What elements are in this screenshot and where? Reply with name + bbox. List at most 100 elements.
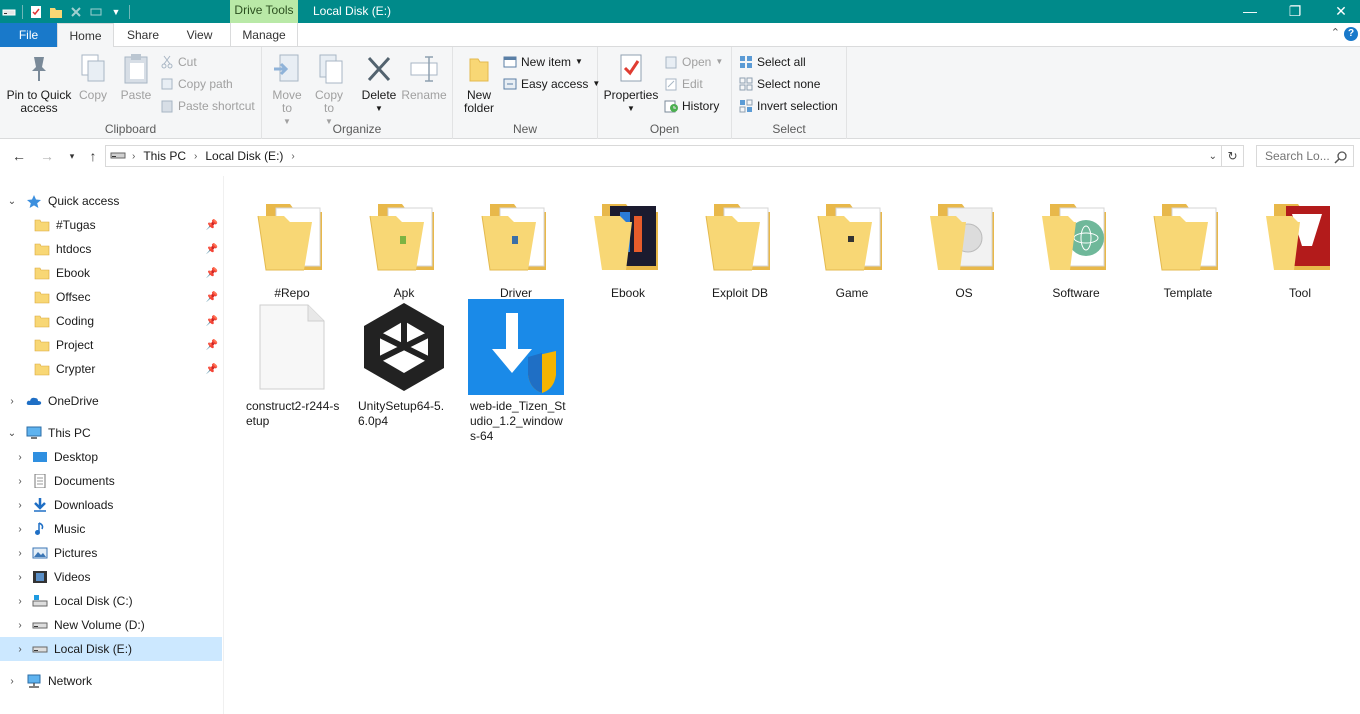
expand-chevron-icon[interactable]: › bbox=[14, 476, 26, 487]
up-arrow-icon[interactable]: ↑ bbox=[84, 146, 102, 166]
pin-icon[interactable]: 📌 bbox=[206, 220, 218, 231]
move-to-button[interactable]: Move to ▼ bbox=[268, 53, 306, 128]
address-history-chevron-icon[interactable]: ⌄ bbox=[1209, 151, 1217, 162]
sidebar-item-documents[interactable]: › Documents bbox=[0, 469, 222, 493]
sidebar-item-offsec[interactable]: Offsec 📌 bbox=[0, 285, 222, 309]
copy-button[interactable]: Copy bbox=[76, 53, 110, 102]
search-box[interactable] bbox=[1256, 145, 1354, 167]
sidebar-item-tugas[interactable]: #Tugas 📌 bbox=[0, 213, 222, 237]
breadcrumb-chevron-icon[interactable]: › bbox=[194, 151, 197, 162]
delete-icon[interactable] bbox=[69, 5, 83, 19]
close-button[interactable]: ✕ bbox=[1318, 0, 1360, 23]
easy-access-button[interactable]: Easy access ▼ bbox=[503, 74, 600, 94]
pin-icon[interactable]: 📌 bbox=[206, 244, 218, 255]
sidebar-item-downloads[interactable]: › Downloads bbox=[0, 493, 222, 517]
new-item-button[interactable]: New item ▼ bbox=[503, 52, 583, 72]
sidebar-item-pictures[interactable]: › Pictures bbox=[0, 541, 222, 565]
folder-tile-tool[interactable]: Tool bbox=[1250, 186, 1350, 301]
folder-tile-driver[interactable]: Driver bbox=[466, 186, 566, 301]
expand-chevron-icon[interactable]: › bbox=[14, 572, 26, 583]
tab-share[interactable]: Share bbox=[114, 23, 172, 47]
pin-to-quick-access-button[interactable]: Pin to Quick access bbox=[4, 53, 74, 115]
properties-icon[interactable] bbox=[29, 5, 43, 19]
copy-to-button[interactable]: Copy to ▼ bbox=[310, 53, 348, 128]
expand-chevron-icon[interactable]: › bbox=[14, 500, 26, 511]
sidebar-item-quick-access[interactable]: ⌄ Quick access bbox=[0, 189, 222, 213]
folder-tile-os[interactable]: OS bbox=[914, 186, 1014, 301]
expand-chevron-icon[interactable]: › bbox=[14, 620, 26, 631]
paste-shortcut-button[interactable]: Paste shortcut bbox=[160, 96, 255, 116]
customize-toolbar-chevron-icon[interactable]: ▼ bbox=[109, 5, 123, 19]
back-arrow-icon[interactable]: ← bbox=[10, 146, 28, 166]
breadcrumb-chevron-icon[interactable]: › bbox=[291, 151, 294, 162]
folder-tile-repo[interactable]: #Repo bbox=[242, 186, 342, 301]
cut-button[interactable]: Cut bbox=[160, 52, 197, 72]
sidebar-item-coding[interactable]: Coding 📌 bbox=[0, 309, 222, 333]
pin-icon[interactable]: 📌 bbox=[206, 292, 218, 303]
paste-button[interactable]: Paste bbox=[118, 53, 154, 102]
folder-tile-game[interactable]: Game bbox=[802, 186, 902, 301]
drive-icon[interactable] bbox=[2, 5, 16, 19]
history-button[interactable]: History bbox=[664, 96, 719, 116]
forward-arrow-icon[interactable]: → bbox=[38, 146, 56, 166]
file-tile-unity-setup[interactable]: UnitySetup64-5.6.0p4 bbox=[354, 299, 454, 429]
breadcrumb-local-disk-e[interactable]: Local Disk (E:) bbox=[205, 149, 283, 163]
folder-tile-exploit-db[interactable]: Exploit DB bbox=[690, 186, 790, 301]
expand-chevron-icon[interactable]: › bbox=[14, 524, 26, 535]
recent-locations-chevron-icon[interactable]: ▾ bbox=[63, 146, 81, 166]
sidebar-item-videos[interactable]: › Videos bbox=[0, 565, 222, 589]
rename-button[interactable]: Rename bbox=[401, 53, 447, 102]
copy-path-button[interactable]: Copy path bbox=[160, 74, 233, 94]
expand-chevron-icon[interactable]: › bbox=[14, 596, 26, 607]
search-input[interactable] bbox=[1265, 149, 1335, 163]
invert-selection-button[interactable]: Invert selection bbox=[739, 96, 838, 116]
address-bar[interactable]: › This PC › Local Disk (E:) › ⌄ bbox=[105, 145, 1222, 167]
collapse-chevron-icon[interactable]: ⌄ bbox=[6, 428, 18, 439]
pin-icon[interactable]: 📌 bbox=[206, 268, 218, 279]
sidebar-item-crypter[interactable]: Crypter 📌 bbox=[0, 357, 222, 381]
sidebar-item-local-disk-e[interactable]: › Local Disk (E:) bbox=[0, 637, 222, 661]
tab-home[interactable]: Home bbox=[57, 23, 114, 48]
select-all-button[interactable]: Select all bbox=[739, 52, 806, 72]
open-button[interactable]: Open ▼ bbox=[664, 52, 723, 72]
properties-button[interactable]: Properties ▼ bbox=[602, 53, 660, 115]
delete-button[interactable]: Delete ▼ bbox=[359, 53, 399, 115]
file-tile-tizen-studio[interactable]: web-ide_Tizen_Studio_1.2_windows-64 bbox=[466, 299, 566, 444]
collapse-ribbon-chevron-icon[interactable]: ⌃ bbox=[1331, 26, 1340, 39]
sidebar-item-local-disk-c[interactable]: › Local Disk (C:) bbox=[0, 589, 222, 613]
breadcrumb-chevron-icon[interactable]: › bbox=[132, 151, 135, 162]
minimize-button[interactable]: — bbox=[1227, 0, 1273, 23]
pin-icon[interactable]: 📌 bbox=[206, 316, 218, 327]
pin-icon[interactable]: 📌 bbox=[206, 340, 218, 351]
expand-chevron-icon[interactable]: › bbox=[14, 644, 26, 655]
tab-view[interactable]: View bbox=[172, 23, 227, 47]
sidebar-item-desktop[interactable]: › Desktop bbox=[0, 445, 222, 469]
breadcrumb-this-pc[interactable]: This PC bbox=[143, 149, 186, 163]
folder-tile-software[interactable]: Software bbox=[1026, 186, 1126, 301]
new-folder-icon[interactable] bbox=[49, 5, 63, 19]
folder-tile-template[interactable]: Template bbox=[1138, 186, 1238, 301]
rename-icon[interactable] bbox=[89, 5, 103, 19]
folder-tile-apk[interactable]: Apk bbox=[354, 186, 454, 301]
tab-manage[interactable]: Manage bbox=[230, 23, 298, 47]
tab-file[interactable]: File bbox=[0, 23, 57, 47]
expand-chevron-icon[interactable]: › bbox=[14, 548, 26, 559]
sidebar-item-htdocs[interactable]: htdocs 📌 bbox=[0, 237, 222, 261]
restore-button[interactable]: ❐ bbox=[1272, 0, 1318, 23]
help-icon[interactable]: ? bbox=[1344, 27, 1358, 41]
expand-chevron-icon[interactable]: › bbox=[14, 452, 26, 463]
expand-chevron-icon[interactable]: › bbox=[6, 676, 18, 687]
new-folder-button[interactable]: New folder bbox=[461, 53, 497, 115]
sidebar-item-network[interactable]: › Network bbox=[0, 669, 222, 693]
sidebar-item-project[interactable]: Project 📌 bbox=[0, 333, 222, 357]
select-none-button[interactable]: Select none bbox=[739, 74, 820, 94]
expand-chevron-icon[interactable]: › bbox=[6, 396, 18, 407]
sidebar-item-this-pc[interactable]: ⌄ This PC bbox=[0, 421, 222, 445]
refresh-icon[interactable]: ↻ bbox=[1222, 145, 1244, 167]
pin-icon[interactable]: 📌 bbox=[206, 364, 218, 375]
edit-button[interactable]: Edit bbox=[664, 74, 703, 94]
collapse-chevron-icon[interactable]: ⌄ bbox=[6, 196, 18, 207]
sidebar-item-onedrive[interactable]: › OneDrive bbox=[0, 389, 222, 413]
sidebar-item-ebook[interactable]: Ebook 📌 bbox=[0, 261, 222, 285]
file-tile-construct2[interactable]: construct2-r244-setup bbox=[242, 299, 342, 429]
